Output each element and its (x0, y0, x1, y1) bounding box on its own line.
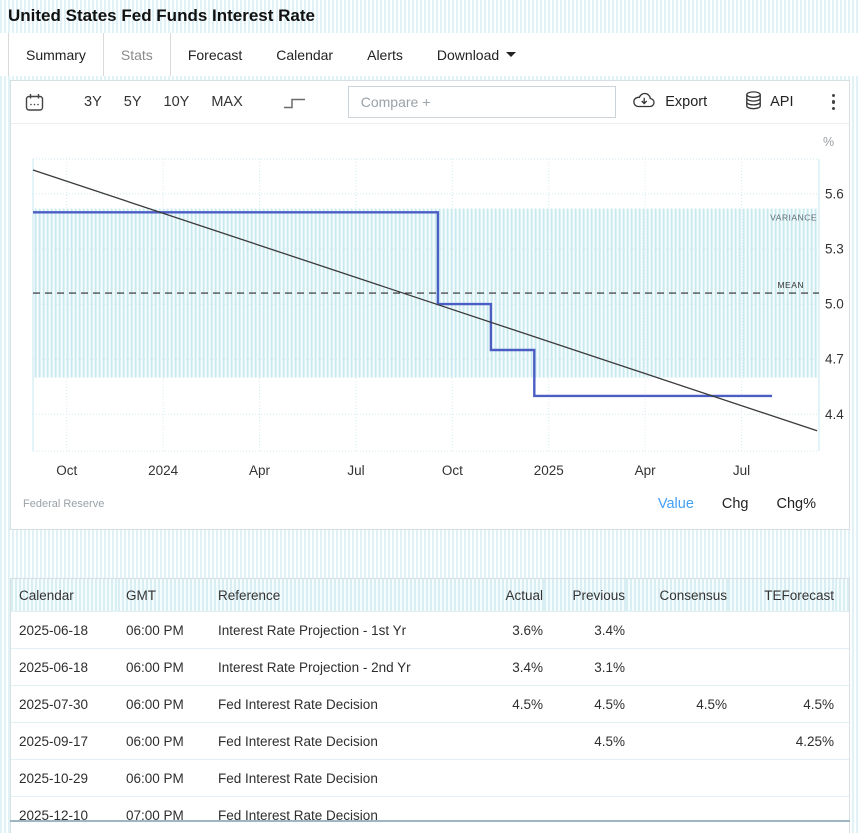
chart-toolbar: 3Y 5Y 10Y MAX Export (11, 81, 849, 124)
export-button[interactable]: Export (632, 91, 707, 113)
col-previous: Previous (544, 579, 626, 612)
table-row[interactable]: 2025-12-1007:00 PMFed Interest Rate Deci… (11, 797, 849, 833)
svg-text:2025: 2025 (534, 463, 564, 478)
table-row[interactable]: 2025-10-2906:00 PMFed Interest Rate Deci… (11, 760, 849, 797)
kebab-menu-icon[interactable] (832, 94, 836, 111)
tab-bar: Summary Stats Forecast Calendar Alerts D… (0, 33, 860, 76)
svg-text:Jul: Jul (733, 463, 750, 478)
svg-text:%: % (823, 135, 834, 149)
col-teforecast: TEForecast (728, 579, 835, 612)
svg-text:5.6: 5.6 (825, 186, 844, 201)
range-buttons: 3Y 5Y 10Y MAX (84, 94, 243, 110)
tab-summary[interactable]: Summary (8, 33, 104, 76)
col-actual: Actual (486, 579, 544, 612)
table-header-row: Calendar GMT Reference Actual Previous C… (11, 579, 849, 612)
title-band: United States Fed Funds Interest Rate (0, 0, 860, 33)
table-body: 2025-06-1806:00 PMInterest Rate Projecti… (11, 612, 849, 833)
svg-text:2024: 2024 (148, 463, 179, 478)
tab-stats[interactable]: Stats (104, 33, 171, 76)
toggle-chgpct[interactable]: Chg% (777, 496, 817, 512)
chevron-down-icon (506, 52, 516, 57)
api-button[interactable]: API (745, 91, 793, 114)
range-10y[interactable]: 10Y (164, 94, 190, 110)
compare-input[interactable] (348, 86, 616, 118)
chart-footer: Federal Reserve Value Chg Chg% (11, 484, 851, 524)
col-calendar: Calendar (11, 579, 118, 612)
col-gmt: GMT (118, 579, 210, 612)
svg-text:5.0: 5.0 (825, 297, 844, 312)
svg-text:Jul: Jul (347, 463, 364, 478)
range-max[interactable]: MAX (211, 94, 242, 110)
chart-card: 3Y 5Y 10Y MAX Export (10, 80, 850, 530)
source-attribution: Federal Reserve (23, 498, 104, 510)
range-3y[interactable]: 3Y (84, 94, 102, 110)
table-row[interactable]: 2025-06-1806:00 PMInterest Rate Projecti… (11, 612, 849, 649)
table-row[interactable]: 2025-09-1706:00 PMFed Interest Rate Deci… (11, 723, 849, 760)
export-cloud-icon (632, 91, 657, 113)
svg-text:Oct: Oct (442, 463, 463, 478)
calendar-table: Calendar GMT Reference Actual Previous C… (11, 579, 849, 833)
svg-text:5.3: 5.3 (825, 241, 844, 256)
toggle-chg[interactable]: Chg (722, 496, 749, 512)
toggle-value[interactable]: Value (658, 496, 694, 512)
svg-text:4.4: 4.4 (825, 407, 844, 422)
calendar-table-card: Calendar GMT Reference Actual Previous C… (10, 578, 850, 833)
col-consensus: Consensus (626, 579, 728, 612)
svg-text:4.7: 4.7 (825, 352, 844, 367)
tab-download[interactable]: Download (420, 33, 533, 76)
svg-text:Apr: Apr (635, 463, 657, 478)
svg-text:MEAN: MEAN (777, 280, 804, 290)
table-row[interactable]: 2025-07-3006:00 PMFed Interest Rate Deci… (11, 686, 849, 723)
tab-alerts[interactable]: Alerts (350, 33, 420, 76)
calendar-icon[interactable] (25, 93, 44, 112)
svg-text:Oct: Oct (56, 463, 77, 478)
svg-text:Apr: Apr (249, 463, 271, 478)
tab-calendar[interactable]: Calendar (259, 33, 350, 76)
page-title: United States Fed Funds Interest Rate (8, 6, 315, 26)
table-row[interactable]: 2025-06-1806:00 PMInterest Rate Projecti… (11, 649, 849, 686)
step-chart-type-icon[interactable] (283, 95, 306, 109)
range-5y[interactable]: 5Y (124, 94, 142, 110)
tab-forecast[interactable]: Forecast (171, 33, 259, 76)
svg-text:VARIANCE: VARIANCE (770, 213, 817, 223)
database-icon (745, 91, 762, 114)
col-reference: Reference (210, 579, 486, 612)
rate-chart[interactable]: VARIANCE MEAN% 5.6 5.3 5.0 4.7 4.4 Oct 2024 Apr Ju… (11, 124, 851, 484)
